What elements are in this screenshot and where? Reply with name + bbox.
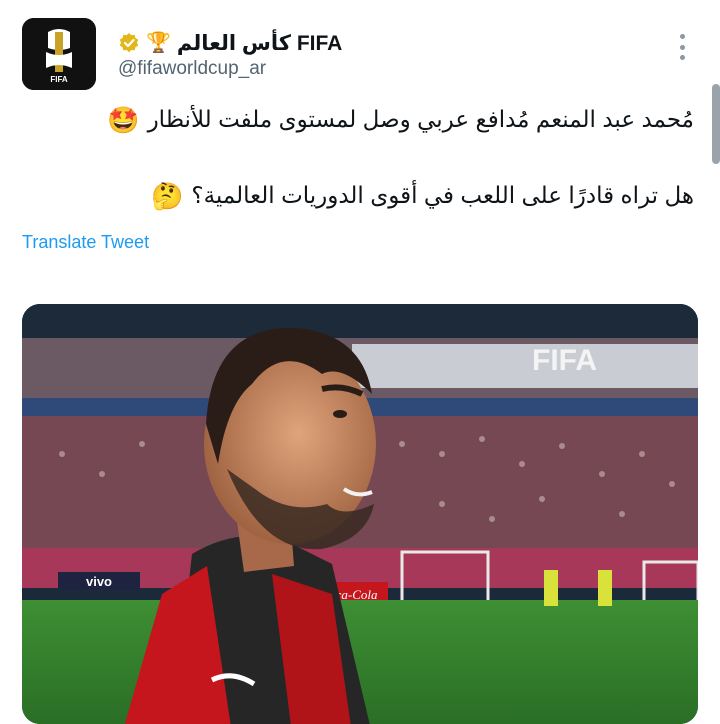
more-dot-icon xyxy=(679,34,685,39)
thinking-face-emoji-icon: 🤔 xyxy=(151,180,184,211)
fifa-watermark: FIFA xyxy=(532,344,597,377)
author-name-row[interactable]: 🏆 كأس العالم FIFA xyxy=(118,28,342,58)
tweet-text-line-1: مُحمد عبد المنعم مُدافع عربي وصل لمستوى … xyxy=(107,106,694,133)
tweet-line-1-text: مُحمد عبد المنعم مُدافع عربي وصل لمستوى … xyxy=(147,106,694,132)
stadium-photo: vivo Coca-Cola FIFA xyxy=(22,304,698,724)
verified-badge-icon xyxy=(119,33,139,53)
fifa-world-cup-logo-icon: FIFA xyxy=(22,18,96,90)
author-handle[interactable]: @fifaworldcup_ar xyxy=(118,58,266,80)
account-avatar[interactable]: FIFA xyxy=(22,18,96,90)
tweet-line-2-text: هل تراه قادرًا على اللعب في أقوى الدوريا… xyxy=(191,182,694,208)
scrollbar-thumb[interactable] xyxy=(712,84,720,164)
author-display-name[interactable]: كأس العالم FIFA xyxy=(177,31,342,56)
translate-tweet-link[interactable]: Translate Tweet xyxy=(22,232,149,253)
more-dot-icon xyxy=(679,55,685,60)
more-options-button[interactable] xyxy=(672,34,692,60)
board-brand-1: vivo xyxy=(86,574,112,589)
avatar-logo-text: FIFA xyxy=(50,75,68,84)
more-dot-icon xyxy=(679,44,685,50)
tweet-media-photo[interactable]: vivo Coca-Cola FIFA xyxy=(22,304,698,724)
tweet-text-line-2: هل تراه قادرًا على اللعب في أقوى الدوريا… xyxy=(151,182,694,209)
star-struck-emoji-icon: 🤩 xyxy=(107,104,140,135)
trophy-emoji-icon: 🏆 xyxy=(146,32,171,54)
